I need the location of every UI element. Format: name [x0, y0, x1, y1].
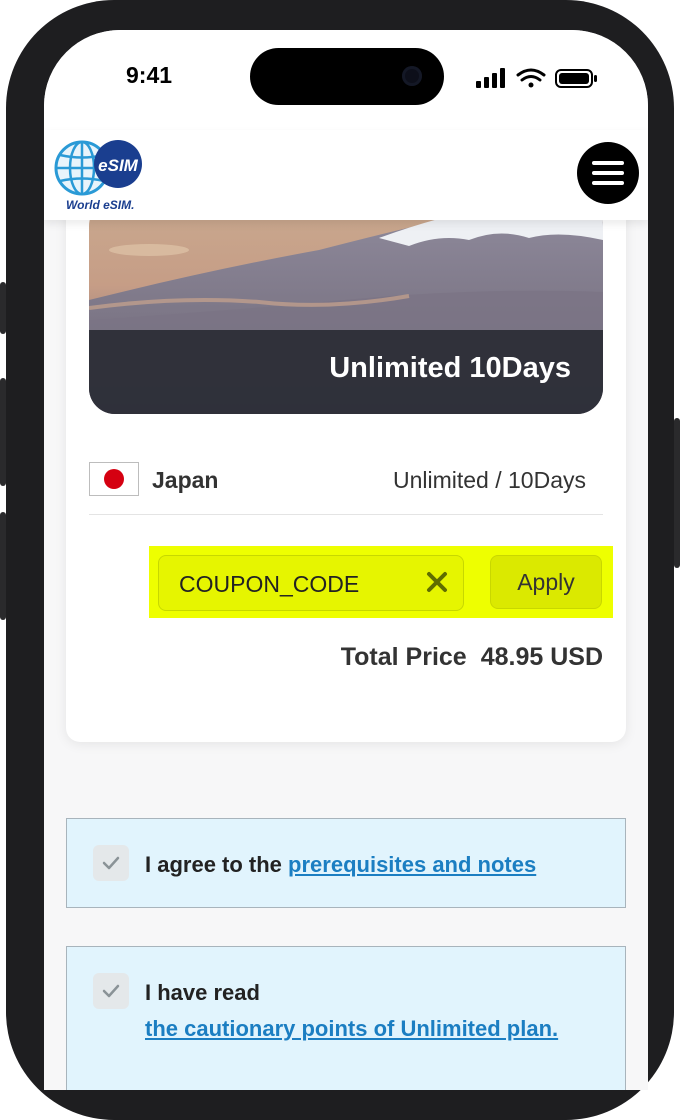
country-name: Japan: [152, 467, 219, 493]
volume-up-button: [0, 378, 6, 486]
agreement-prefix: I have read: [145, 980, 260, 1005]
apply-button[interactable]: Apply: [490, 555, 602, 609]
plan-summary: Unlimited / 10Days: [392, 467, 586, 493]
divider: [89, 514, 603, 515]
total-price: Total Price 48.95 USD: [341, 643, 603, 672]
cautionary-link[interactable]: the cautionary points of Unlimited plan.: [145, 1016, 558, 1042]
menu-icon-bar: [592, 181, 624, 185]
menu-icon-bar: [592, 161, 624, 165]
status-time: 9:41: [126, 62, 173, 88]
world-esim-logo[interactable]: eSIM World eSIM.: [52, 136, 152, 212]
agreement-text: I agree to the prerequisites and notes: [145, 852, 536, 878]
volume-down-button: [0, 512, 6, 620]
japan-flag-icon: [89, 462, 139, 496]
clear-icon[interactable]: [425, 570, 449, 594]
agreement-prefix: I agree to the: [145, 852, 282, 877]
banner-title: Unlimited 10Days: [329, 352, 571, 384]
order-card: Unlimited 10Days Japan Unlimited / 10Day…: [66, 160, 626, 742]
total-amount: 48.95 USD: [480, 643, 603, 671]
coupon-input[interactable]: COUPON_CODE: [158, 555, 464, 611]
globe-icon: eSIM: [54, 140, 142, 196]
battery-icon: [555, 69, 597, 88]
agreement-cautionary: I have read the cautionary points of Unl…: [66, 946, 626, 1090]
cautionary-checkbox[interactable]: [93, 973, 129, 1009]
site-header: eSIM World eSIM.: [44, 130, 648, 220]
prerequisites-checkbox[interactable]: [93, 845, 129, 881]
plan-banner: Unlimited 10Days: [89, 200, 603, 414]
wifi-icon: [516, 68, 546, 88]
menu-button[interactable]: [577, 142, 639, 204]
agreement-prerequisites: I agree to the prerequisites and notes: [66, 818, 626, 908]
screen: 9:41 eSIM World eSIM. Unlimited 10Days J…: [44, 30, 648, 1090]
signal-icon: [476, 68, 505, 88]
menu-icon-bar: [592, 171, 624, 175]
svg-text:eSIM: eSIM: [98, 156, 139, 175]
coupon-value: COUPON_CODE: [179, 571, 360, 597]
status-icons: [476, 66, 606, 90]
status-bar: 9:41: [44, 30, 648, 130]
coupon-section: COUPON_CODE Apply: [149, 546, 613, 618]
logo-text: World eSIM.: [66, 198, 135, 212]
flag-sun: [104, 469, 124, 489]
dynamic-island: [250, 48, 444, 105]
total-label: Total Price: [340, 643, 467, 671]
camera-icon: [402, 66, 422, 86]
check-icon: [102, 856, 120, 870]
check-icon: [102, 984, 120, 998]
mute-switch: [0, 282, 6, 334]
prerequisites-link[interactable]: prerequisites and notes: [288, 852, 536, 877]
power-button: [674, 418, 680, 568]
phone-frame: 9:41 eSIM World eSIM. Unlimited 10Days J…: [0, 0, 680, 1120]
